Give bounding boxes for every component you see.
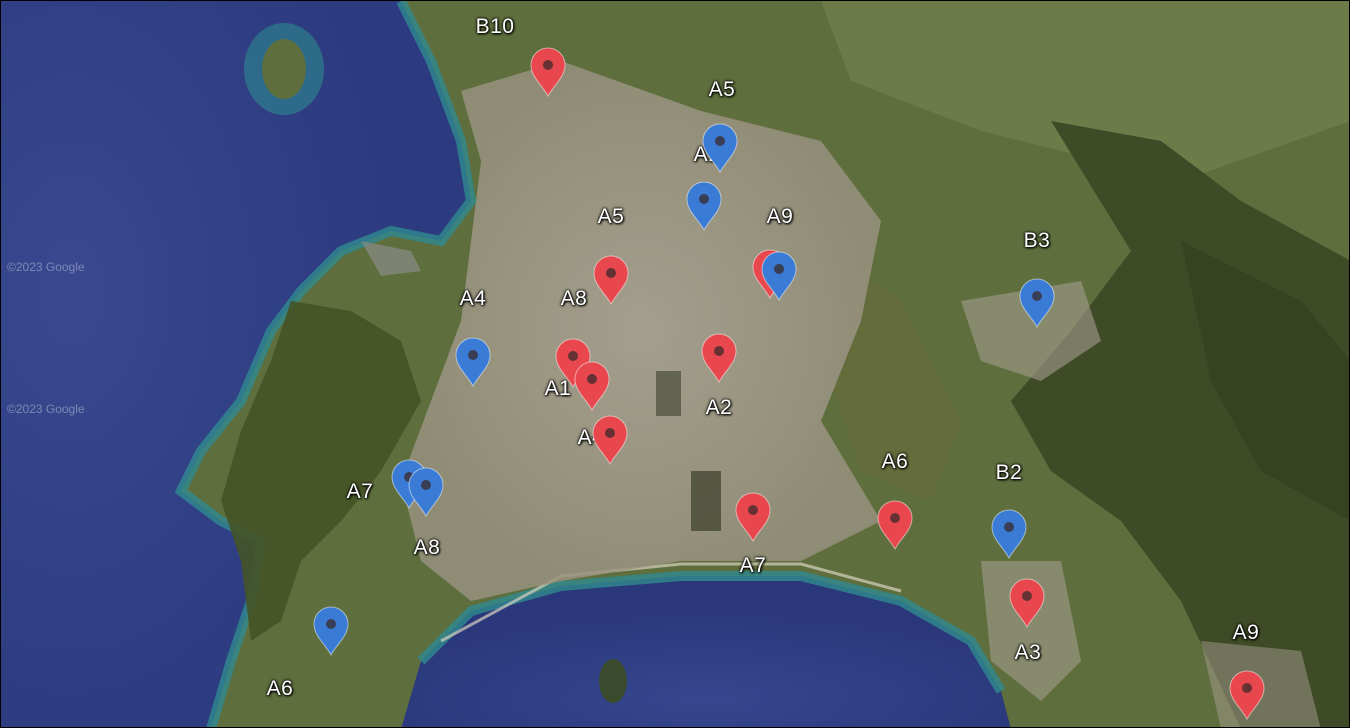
- site-label: A6: [266, 677, 294, 700]
- map-pin-icon[interactable]: [312, 606, 350, 656]
- map-pin-icon[interactable]: [1008, 578, 1046, 628]
- site-label: A8: [560, 287, 588, 310]
- map-pin-icon[interactable]: [734, 492, 772, 542]
- site-label: B2: [995, 461, 1023, 484]
- map-copyright: ©2023 Google: [7, 260, 85, 274]
- site-label: A9: [1232, 621, 1260, 644]
- site-label: B10: [475, 15, 515, 38]
- site-label: A7: [739, 554, 767, 577]
- map-pin-icon[interactable]: [529, 47, 567, 97]
- site-label: A5: [597, 205, 625, 228]
- map-pin-icon[interactable]: [1228, 670, 1266, 720]
- map-pin-icon[interactable]: [685, 181, 723, 231]
- map-view[interactable]: ©2023 Google ©2023 Google B10 A5 A1 A5 A…: [0, 0, 1350, 728]
- site-label: A5: [708, 78, 736, 101]
- map-pin-icon[interactable]: [876, 500, 914, 550]
- site-label: A6: [881, 450, 909, 473]
- map-copyright: ©2023 Google: [7, 402, 85, 416]
- map-pin-icon[interactable]: [701, 123, 739, 173]
- site-label: A7: [346, 480, 374, 503]
- map-pin-icon[interactable]: [407, 467, 445, 517]
- site-label: B3: [1023, 229, 1051, 252]
- map-pin-icon[interactable]: [760, 251, 798, 301]
- map-pin-icon[interactable]: [700, 333, 738, 383]
- map-pin-icon[interactable]: [592, 255, 630, 305]
- map-pin-icon[interactable]: [454, 337, 492, 387]
- site-label: A4: [459, 287, 487, 310]
- site-label: A3: [1014, 641, 1042, 664]
- map-pin-icon[interactable]: [990, 509, 1028, 559]
- site-label: A2: [705, 396, 733, 419]
- map-pin-icon[interactable]: [591, 415, 629, 465]
- map-pin-icon[interactable]: [1018, 278, 1056, 328]
- map-pin-icon[interactable]: [573, 361, 611, 411]
- site-label: A8: [413, 536, 441, 559]
- satellite-basemap: [1, 1, 1349, 727]
- site-label: A9: [766, 205, 794, 228]
